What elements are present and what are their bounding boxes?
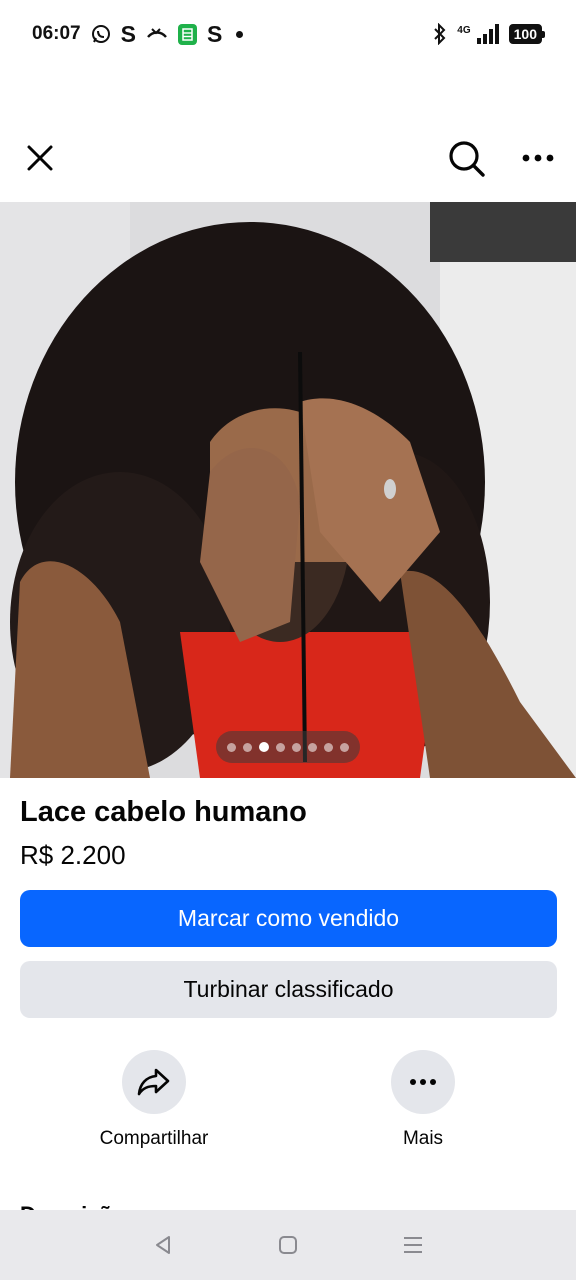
battery-icon: 100	[508, 24, 546, 44]
listing-title: Lace cabelo humano	[20, 796, 307, 828]
recents-icon[interactable]	[393, 1225, 433, 1265]
system-nav-bar	[0, 1210, 576, 1280]
sheets-icon	[177, 23, 197, 45]
pager-dot[interactable]	[340, 742, 349, 752]
more-options-button[interactable]	[391, 1050, 455, 1114]
screen: 06:07 S S 4G 100 Lace cabelo humano R$ 2…	[0, 0, 576, 1280]
pager-dot[interactable]	[243, 742, 252, 752]
more-label: Mais	[402, 1128, 444, 1149]
close-icon[interactable]	[20, 138, 60, 178]
s-app-icon-2: S	[206, 20, 223, 47]
missed-call-icon	[146, 25, 168, 43]
status-right: 4G 100	[433, 23, 546, 45]
app-bar	[0, 126, 576, 194]
home-icon[interactable]	[268, 1225, 308, 1265]
listing-photo[interactable]	[0, 202, 576, 778]
photo-pager[interactable]	[216, 731, 360, 763]
status-bar: 06:07 S S 4G 100	[0, 0, 576, 68]
bluetooth-icon	[433, 23, 447, 45]
pager-dot-active[interactable]	[259, 742, 269, 752]
whatsapp-icon	[91, 24, 111, 44]
status-left: 06:07 S S	[32, 20, 244, 48]
pager-dot[interactable]	[227, 742, 236, 752]
notification-dot	[236, 30, 244, 38]
back-icon[interactable]	[143, 1225, 183, 1265]
search-icon[interactable]	[444, 136, 490, 182]
boost-listing-button[interactable]: Turbinar classificado	[20, 961, 557, 1018]
pager-dot[interactable]	[276, 742, 285, 752]
pager-dot[interactable]	[324, 742, 333, 752]
network-label: 4G	[457, 25, 471, 36]
pager-dot[interactable]	[308, 742, 317, 752]
status-time: 06:07	[32, 23, 81, 44]
signal-icon	[476, 24, 499, 44]
mark-sold-button[interactable]: Marcar como vendido	[20, 890, 557, 947]
pager-dot[interactable]	[292, 742, 301, 752]
share-label: Compartilhar	[99, 1128, 209, 1149]
share-action[interactable]: Compartilhar	[74, 1050, 234, 1150]
s-app-icon: S	[120, 20, 136, 47]
share-button[interactable]	[122, 1050, 186, 1114]
more-icon[interactable]	[516, 138, 560, 178]
more-action[interactable]: Mais	[343, 1050, 503, 1150]
listing-price: R$ 2.200	[20, 840, 126, 870]
